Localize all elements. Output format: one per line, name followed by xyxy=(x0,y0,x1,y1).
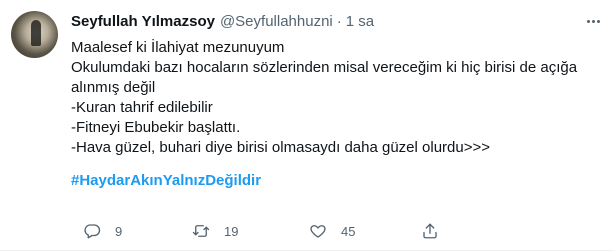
avatar[interactable] xyxy=(11,11,58,58)
more-dot xyxy=(597,20,600,23)
reply-icon xyxy=(84,224,101,239)
share-button[interactable] xyxy=(421,219,439,243)
tweet-actions: 9 19 45 xyxy=(83,219,563,243)
share-icon xyxy=(423,223,437,239)
tweet-header: Seyfullah Yılmazsoy @Seyfullahhuzni · 1 … xyxy=(71,12,602,32)
tweet-line: -Kuran tahrif edilebilir xyxy=(71,99,213,116)
reply-button[interactable]: 9 xyxy=(83,219,122,243)
retweet-count: 19 xyxy=(224,223,239,239)
author-name[interactable]: Seyfullah Yılmazsoy xyxy=(71,12,215,32)
tweet-text: Maalesef ki İlahiyat mezunuyum Okulumdak… xyxy=(71,38,602,158)
tweet-card[interactable]: Seyfullah Yılmazsoy @Seyfullahhuzni · 1 … xyxy=(0,0,614,251)
more-icon[interactable] xyxy=(587,20,600,23)
tweet-line: -Hava güzel, buhari diye birisi olmasayd… xyxy=(71,139,490,156)
like-count: 45 xyxy=(341,223,356,239)
tweet-content: Seyfullah Yılmazsoy @Seyfullahhuzni · 1 … xyxy=(71,12,602,191)
more-dot xyxy=(592,20,595,23)
tweet-time[interactable]: 1 sa xyxy=(346,12,374,32)
separator-dot: · xyxy=(336,13,342,30)
author-handle[interactable]: @Seyfullahhuzni xyxy=(220,12,333,32)
retweet-button[interactable]: 19 xyxy=(192,219,238,243)
retweet-icon xyxy=(192,225,210,237)
more-dot xyxy=(587,20,590,23)
tweet-line: -Fitneyi Ebubekir başlattı. xyxy=(71,119,241,136)
like-button[interactable]: 45 xyxy=(309,219,355,243)
avatar-figure xyxy=(31,20,41,46)
tweet-line: alınmış değil xyxy=(71,79,156,96)
heart-icon xyxy=(310,225,326,238)
hashtag-link[interactable]: #HaydarAkınYalnızDeğildir xyxy=(71,171,602,191)
tweet-line: Maalesef ki İlahiyat mezunuyum xyxy=(71,39,285,56)
reply-count: 9 xyxy=(115,223,123,239)
tweet-line: Okulumdaki bazı hocaların sözlerinden mi… xyxy=(71,59,578,76)
